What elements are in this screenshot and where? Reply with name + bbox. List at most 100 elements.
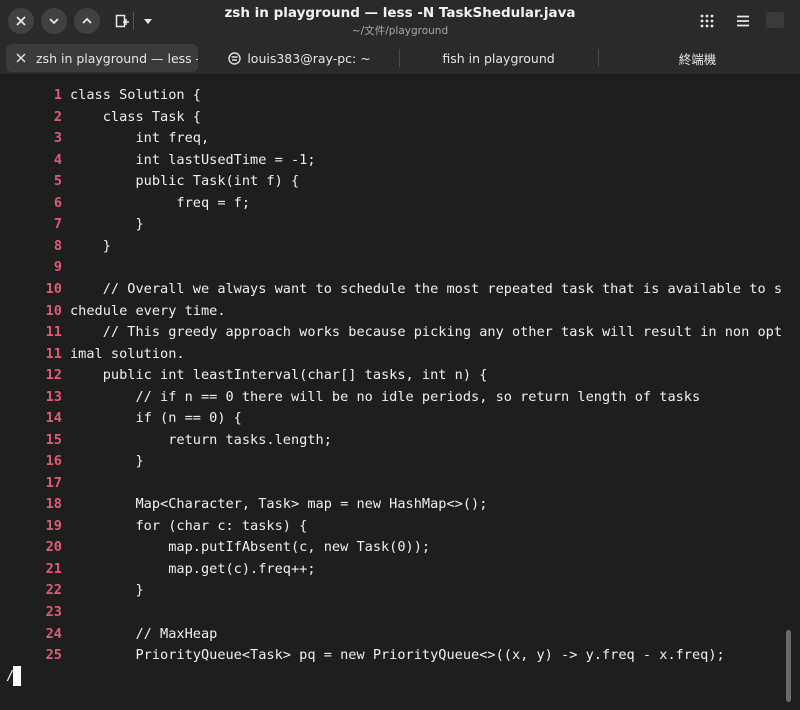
line-number: 13 — [45, 389, 62, 405]
line-number: 18 — [45, 496, 62, 512]
code-text: int lastUsedTime = -1; — [70, 152, 316, 168]
line-number: 8 — [53, 238, 62, 254]
line-number: 3 — [53, 130, 62, 146]
code-line: 22 } — [0, 579, 790, 601]
code-line: 19 for (char c: tasks) { — [0, 515, 790, 537]
code-text: // This greedy approach works because pi… — [70, 324, 783, 340]
code-line: 13 // if n == 0 there will be no idle pe… — [0, 386, 790, 408]
tab-list-dropdown[interactable] — [135, 8, 161, 34]
close-window-button[interactable] — [8, 8, 34, 34]
code-line: 10 chedule every time. — [0, 300, 790, 322]
code-text: // if n == 0 there will be no idle perio… — [70, 389, 701, 405]
text-cursor — [13, 666, 21, 686]
grid-icon — [700, 14, 714, 28]
line-number: 24 — [45, 626, 62, 642]
close-icon[interactable] — [14, 51, 28, 65]
window-subtitle: ~/文件/playground — [351, 25, 449, 37]
code-text: class Solution { — [70, 87, 201, 103]
new-tab-button[interactable] — [109, 8, 135, 34]
code-line: 23 — [0, 601, 790, 623]
code-text: class Task { — [70, 109, 201, 125]
line-number: 20 — [45, 539, 62, 555]
code-line: 9 — [0, 256, 790, 278]
line-number: 7 — [53, 216, 62, 232]
maximize-window-button[interactable] — [74, 8, 100, 34]
code-line: 6 freq = f; — [0, 192, 790, 214]
tab-zsh-playground[interactable]: zsh in playground — less -N T — [6, 44, 198, 72]
code-text: return tasks.length; — [70, 432, 332, 448]
window-decoration-block — [766, 12, 784, 28]
code-line: 7 } — [0, 213, 790, 235]
chevron-up-icon — [82, 17, 92, 24]
code-line: 25 PriorityQueue<Task> pq = new Priority… — [0, 644, 790, 666]
line-number: 23 — [45, 604, 62, 620]
line-number: 4 — [53, 152, 62, 168]
grid-view-button[interactable] — [694, 8, 720, 34]
code-line: 8 } — [0, 235, 790, 257]
line-number: 2 — [53, 109, 62, 125]
code-text: } — [70, 238, 111, 254]
main-menu-button[interactable] — [730, 8, 756, 34]
line-number: 1 — [53, 87, 62, 103]
line-number: 17 — [45, 475, 62, 491]
terminal-area[interactable]: 1 class Solution { 2 class Task { 3 int f… — [0, 74, 800, 710]
code-text: freq = f; — [70, 195, 251, 211]
code-line: 18 Map<Character, Task> map = new HashMa… — [0, 493, 790, 515]
code-line: 4 int lastUsedTime = -1; — [0, 149, 790, 171]
code-line: 17 — [0, 472, 790, 494]
vertical-scrollbar[interactable] — [786, 630, 791, 702]
code-line: 15 return tasks.length; — [0, 429, 790, 451]
minimize-window-button[interactable] — [41, 8, 67, 34]
code-text: map.putIfAbsent(c, new Task(0)); — [70, 539, 431, 555]
remote-host-icon — [228, 51, 242, 65]
hamburger-menu-icon — [737, 15, 749, 27]
tab-fish-playground[interactable]: fish in playground — [400, 44, 597, 72]
code-text: int freq, — [70, 130, 210, 146]
code-text: for (char c: tasks) { — [70, 518, 308, 534]
tab-label: 終端機 — [678, 51, 717, 67]
line-number: 6 — [53, 195, 62, 211]
new-tab-icon — [115, 14, 129, 28]
code-text: PriorityQueue<Task> pq = new PriorityQue… — [70, 647, 725, 663]
tab-label: zsh in playground — less -N T — [36, 50, 198, 66]
tab-label: louis383@ray-pc: ~ — [247, 50, 371, 66]
code-text: chedule every time. — [70, 303, 226, 319]
code-line: 24 // MaxHeap — [0, 623, 790, 645]
title-bar: zsh in playground — less -N TaskShedular… — [0, 0, 800, 41]
tab-terminal[interactable]: 終端機 — [599, 44, 796, 72]
code-text: // Overall we always want to schedule th… — [70, 281, 783, 297]
code-line: 11 imal solution. — [0, 343, 790, 365]
code-line: 5 public Task(int f) { — [0, 170, 790, 192]
code-line: 12 public int leastInterval(char[] tasks… — [0, 364, 790, 386]
chevron-down-icon — [49, 18, 59, 25]
code-text: Map<Character, Task> map = new HashMap<>… — [70, 496, 488, 512]
code-text: map.get(c).freq++; — [70, 561, 316, 577]
code-line: 1 class Solution { — [0, 84, 790, 106]
window-title: zsh in playground — less -N TaskShedular… — [224, 5, 576, 21]
line-number: 21 — [45, 561, 62, 577]
caret-down-icon — [144, 19, 152, 24]
line-number: 10 — [45, 281, 62, 297]
code-text: } — [70, 216, 144, 232]
line-number: 5 — [53, 173, 62, 189]
code-line: 10 // Overall we always want to schedule… — [0, 278, 790, 300]
close-icon — [16, 16, 26, 26]
code-line: 2 class Task { — [0, 106, 790, 128]
code-line: 11 // This greedy approach works because… — [0, 321, 790, 343]
code-text: public int leastInterval(char[] tasks, i… — [70, 367, 488, 383]
code-text: } — [70, 453, 144, 469]
code-line: 21 map.get(c).freq++; — [0, 558, 790, 580]
code-text: // MaxHeap — [70, 626, 218, 642]
tab-remote-ssh[interactable]: louis383@ray-pc: ~ — [201, 44, 398, 72]
line-number: 10 — [45, 303, 62, 319]
code-text: public Task(int f) { — [70, 173, 300, 189]
tab-bar: zsh in playground — less -N T louis383@r… — [0, 41, 800, 74]
code-text: imal solution. — [70, 346, 185, 362]
code-line: 14 if (n == 0) { — [0, 407, 790, 429]
code-line: 20 map.putIfAbsent(c, new Task(0)); — [0, 536, 790, 558]
title-bar-separator — [133, 12, 134, 30]
line-number: 9 — [53, 259, 62, 275]
line-number: 22 — [45, 582, 62, 598]
line-number: 15 — [45, 432, 62, 448]
line-number: 16 — [45, 453, 62, 469]
